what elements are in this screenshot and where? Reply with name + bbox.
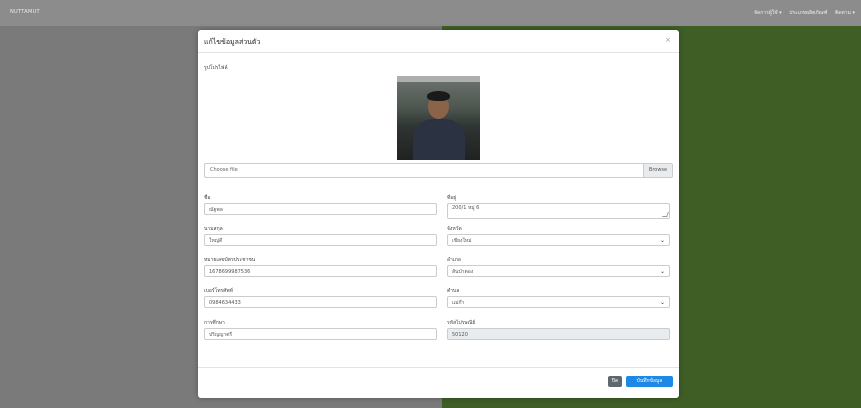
nav-link-tracking[interactable]: ติดตาม ▾ xyxy=(835,10,855,16)
photo-person-hair xyxy=(427,91,450,101)
modal-header: แก้ไขข้อมูลส่วนตัว × xyxy=(198,30,679,53)
modal-title: แก้ไขข้อมูลส่วนตัว xyxy=(204,38,261,46)
edit-profile-modal: แก้ไขข้อมูลส่วนตัว × รูปโปรไฟล์ Choose f… xyxy=(198,30,679,398)
province-select[interactable]: เชียงใหม่ ⌄ xyxy=(447,234,670,246)
education-input[interactable]: ปริญญาตรี xyxy=(204,328,437,340)
phone-label: เบอร์โทรศัพท์ xyxy=(204,288,234,294)
photo-person-body xyxy=(413,119,465,160)
file-placeholder: Choose file xyxy=(210,167,238,173)
subdistrict-select[interactable]: แม่ก๊า ⌄ xyxy=(447,296,670,308)
first-name-label: ชื่อ xyxy=(204,195,211,201)
id-card-label: หมายเลขบัตรประชาชน xyxy=(204,257,256,263)
last-name-input[interactable]: ใหญ่ดี xyxy=(204,234,437,246)
province-value: เชียงใหม่ xyxy=(452,238,472,244)
phone-input[interactable]: 0984634433 xyxy=(204,296,437,308)
modal-footer xyxy=(198,367,679,399)
save-button[interactable]: บันทึกข้อมูล xyxy=(626,376,673,387)
id-card-input[interactable]: 1678699987536 xyxy=(204,265,437,277)
subdistrict-label: ตำบล xyxy=(447,288,460,294)
profile-photo xyxy=(397,76,480,160)
address-value: 200/1 หมู่ 6 xyxy=(452,205,480,211)
close-icon[interactable]: × xyxy=(665,36,671,44)
district-value: สันป่าตอง xyxy=(452,269,474,275)
chevron-down-icon: ⌄ xyxy=(659,237,665,244)
chevron-down-icon: ⌄ xyxy=(659,299,665,306)
province-label: จังหวัด xyxy=(447,226,462,232)
profile-file-input[interactable]: Choose file Browse xyxy=(204,163,673,178)
profile-photo-label: รูปโปรไฟล์ xyxy=(204,65,228,71)
navbar-links: จัดการผู้ใช้ ▾ ประเภทผลิตภัณฑ์ ติดตาม ▾ xyxy=(748,9,855,17)
browse-button[interactable]: Browse xyxy=(643,164,672,177)
ceiling-light xyxy=(397,76,480,82)
education-label: การศึกษา xyxy=(204,320,225,326)
postal-code-label: รหัสไปรษณีย์ xyxy=(447,320,476,326)
resize-handle-icon[interactable] xyxy=(662,212,669,217)
subdistrict-value: แม่ก๊า xyxy=(452,300,465,306)
nav-link-product-types[interactable]: ประเภทผลิตภัณฑ์ xyxy=(789,10,827,16)
nav-link-users[interactable]: จัดการผู้ใช้ ▾ xyxy=(754,10,782,16)
last-name-label: นามสกุล xyxy=(204,226,223,232)
top-navbar: NUTTAMUT จัดการผู้ใช้ ▾ ประเภทผลิตภัณฑ์ … xyxy=(0,0,861,26)
address-label: ที่อยู่ xyxy=(447,195,457,201)
first-name-input[interactable]: ณัฐพล xyxy=(204,203,437,215)
postal-code-input: 50120 xyxy=(447,328,670,340)
chevron-down-icon: ⌄ xyxy=(659,268,665,275)
close-button[interactable]: ปิด xyxy=(608,376,622,387)
brand-logo-text[interactable]: NUTTAMUT xyxy=(10,9,40,15)
district-label: อำเภอ xyxy=(447,257,461,263)
district-select[interactable]: สันป่าตอง ⌄ xyxy=(447,265,670,277)
address-textarea[interactable]: 200/1 หมู่ 6 xyxy=(447,203,670,219)
